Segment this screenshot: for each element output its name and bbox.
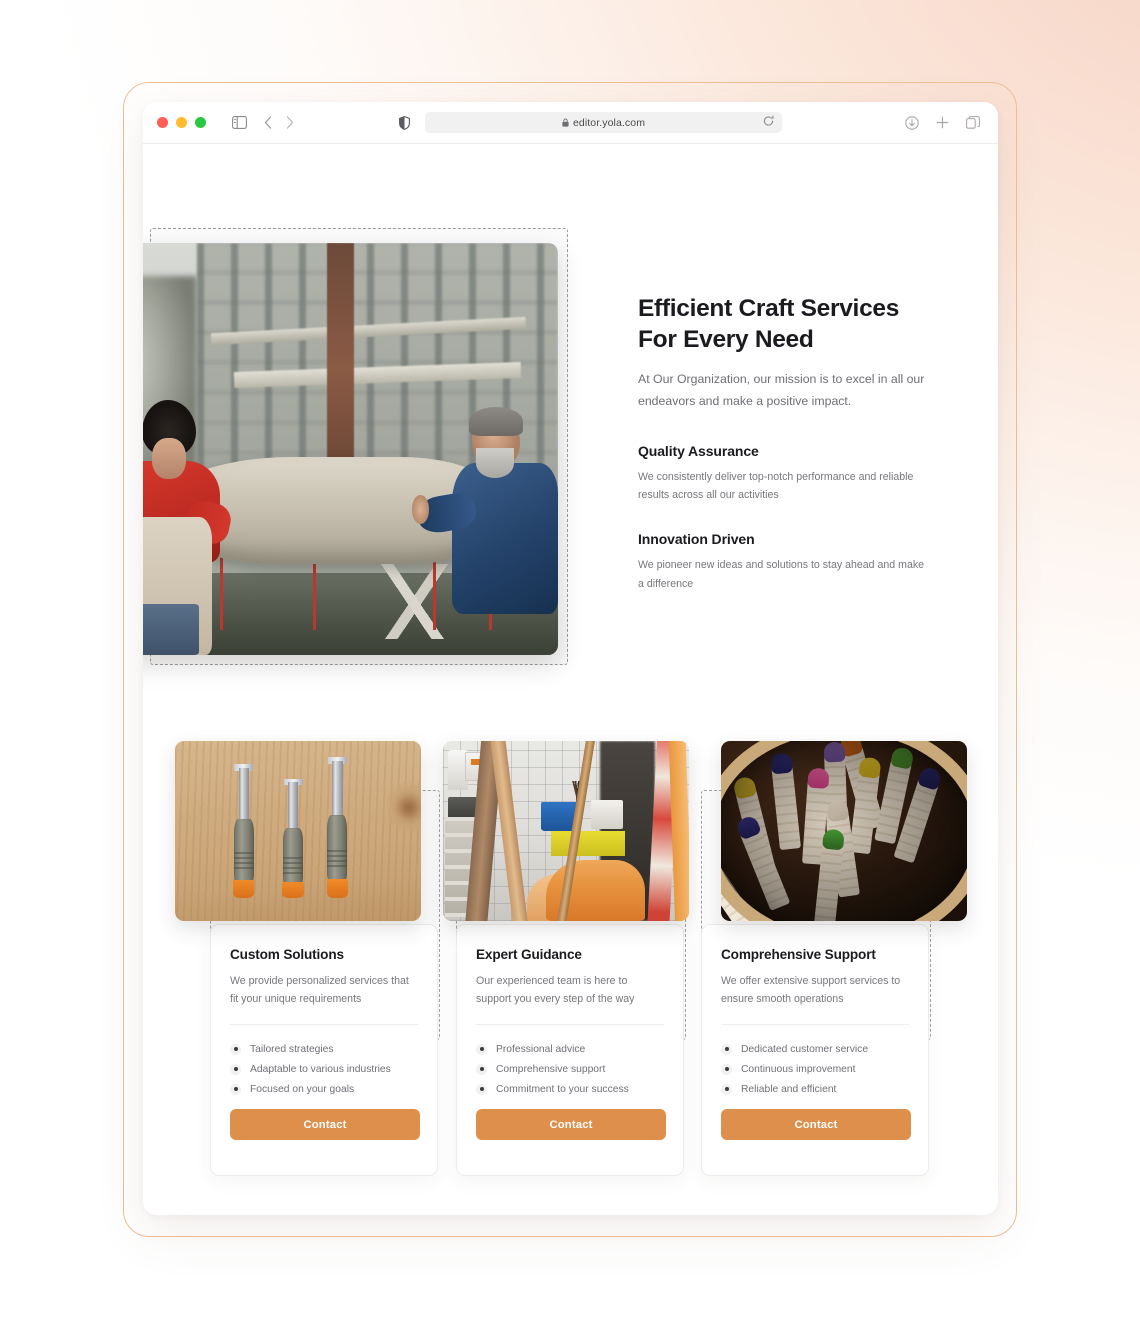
list-item: Adaptable to various industries [230,1059,418,1079]
chevron-left-icon[interactable] [264,116,272,129]
service-card-comprehensive-support[interactable]: Comprehensive Support We offer extensive… [701,924,929,1176]
list-item: Commitment to your success [476,1079,664,1099]
list-item: Dedicated customer service [721,1039,909,1059]
contact-button[interactable]: Contact [476,1109,666,1140]
nav-buttons[interactable] [264,116,294,129]
bullet-label: Commitment to your success [496,1083,629,1095]
bullet-dot-icon [230,1063,241,1075]
download-icon[interactable] [905,115,919,130]
bullet-dot-icon [721,1063,732,1075]
service-card-expert-guidance[interactable]: Expert Guidance Our experienced team is … [456,924,684,1176]
card-title: Comprehensive Support [721,947,876,962]
bullet-dot-icon [230,1043,241,1055]
url-text-group: editor.yola.com [562,117,645,129]
list-item: Tailored strategies [230,1039,418,1059]
bullet-dot-icon [721,1083,732,1095]
close-window-button[interactable] [157,117,168,128]
bullet-dot-icon [476,1083,487,1095]
contact-button[interactable]: Contact [230,1109,420,1140]
card-image-crayons[interactable] [721,741,967,921]
service-cards-section: Custom Solutions We provide personalized… [143,144,998,1215]
service-card-custom-solutions[interactable]: Custom Solutions We provide personalized… [210,924,438,1176]
browser-toolbar: editor.yola.com [143,102,998,144]
address-bar[interactable]: editor.yola.com [425,112,782,133]
maximize-window-button[interactable] [195,117,206,128]
lock-icon [562,118,569,127]
card-title: Expert Guidance [476,947,582,962]
bullet-dot-icon [476,1063,487,1075]
card-bullet-list: Professional advice Comprehensive suppor… [476,1039,664,1099]
toolbar-right-actions[interactable] [905,115,980,130]
browser-window: editor.yola.com Efficient Craft Services… [143,102,998,1215]
card-title: Custom Solutions [230,947,344,962]
card-blurb: We provide personalized services that fi… [230,975,409,1006]
bullet-label: Reliable and efficient [741,1083,837,1095]
sidebar-toggle-icon[interactable] [232,116,247,129]
list-item: Comprehensive support [476,1059,664,1079]
bullet-label: Dedicated customer service [741,1043,869,1055]
card-bullet-list: Tailored strategies Adaptable to various… [230,1039,418,1099]
card-divider [476,1024,664,1026]
chevron-right-icon[interactable] [286,116,294,129]
card-blurb: We offer extensive support services to e… [721,975,901,1006]
bullet-label: Professional advice [496,1043,586,1055]
list-item: Continuous improvement [721,1059,909,1079]
list-item: Focused on your goals [230,1079,418,1099]
card-blurb: Our experienced team is here to support … [476,975,635,1006]
bullet-dot-icon [230,1083,241,1095]
card-divider [230,1024,418,1026]
privacy-shield-icon[interactable] [399,115,410,130]
bullet-label: Adaptable to various industries [250,1063,391,1075]
card-bullet-list: Dedicated customer service Continuous im… [721,1039,909,1099]
card-image-chisels[interactable] [175,741,421,921]
plus-icon[interactable] [936,116,949,129]
card-divider [721,1024,909,1026]
list-item: Professional advice [476,1039,664,1059]
bullet-dot-icon [721,1043,732,1055]
tab-overview-icon[interactable] [966,116,980,129]
bullet-label: Tailored strategies [250,1043,334,1055]
site-canvas: Efficient Craft Services For Every Need … [143,144,998,1215]
list-item: Reliable and efficient [721,1079,909,1099]
window-controls[interactable] [157,117,206,128]
minimize-window-button[interactable] [176,117,187,128]
bullet-dot-icon [476,1043,487,1055]
contact-button[interactable]: Contact [721,1109,911,1140]
bullet-label: Focused on your goals [250,1083,355,1095]
bullet-label: Comprehensive support [496,1063,606,1075]
reload-icon[interactable] [763,114,774,132]
card-image-workshop[interactable] [443,741,689,921]
bullet-label: Continuous improvement [741,1063,856,1075]
url-hostname: editor.yola.com [572,116,646,129]
